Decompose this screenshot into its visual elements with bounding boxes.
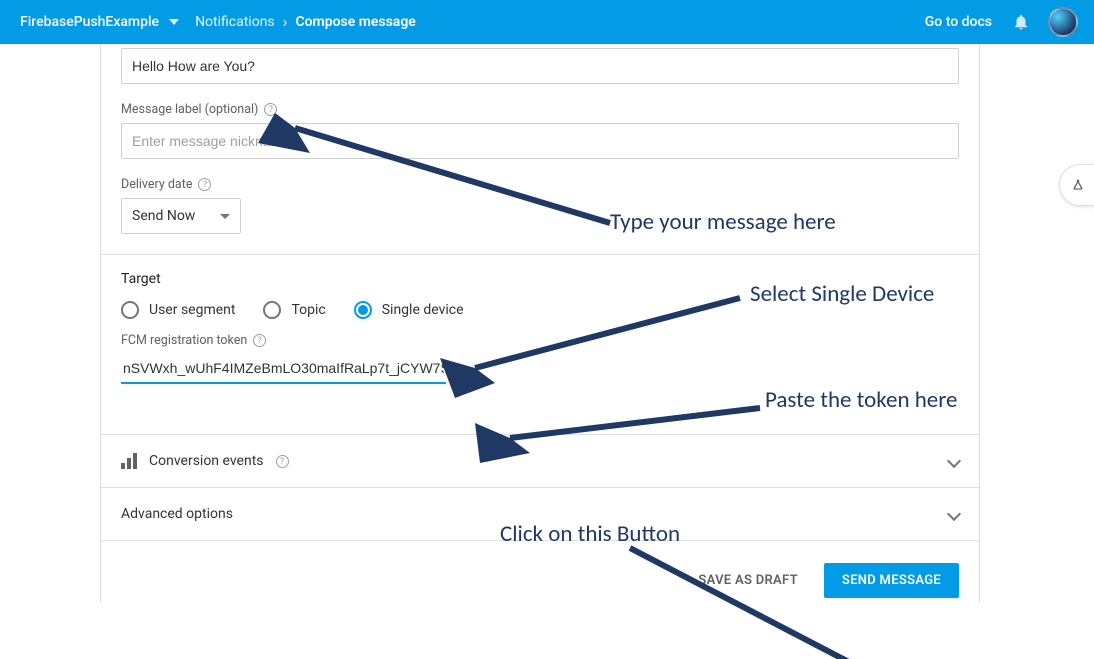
chevron-down-icon: [220, 214, 230, 219]
radio-user-segment[interactable]: User segment: [121, 301, 235, 319]
chevron-down-icon: [947, 454, 961, 468]
conversion-events-label: Conversion events: [149, 453, 264, 469]
message-label-caption: Message label (optional) ?: [121, 102, 959, 117]
card-footer: SAVE AS DRAFT SEND MESSAGE: [101, 541, 979, 602]
send-message-button[interactable]: SEND MESSAGE: [824, 563, 959, 598]
target-title: Target: [121, 271, 959, 287]
advanced-options-label: Advanced options: [121, 506, 233, 522]
experiment-fab[interactable]: [1059, 164, 1094, 206]
compose-card: Message label (optional) ? Delivery date…: [100, 44, 980, 602]
radio-icon: [121, 301, 139, 319]
delivery-date-select[interactable]: Send Now: [121, 198, 241, 234]
breadcrumb-compose: Compose message: [295, 14, 415, 30]
radio-single-device[interactable]: Single device: [354, 301, 464, 319]
token-caption: FCM registration token ?: [121, 333, 959, 348]
breadcrumb-notifications[interactable]: Notifications: [195, 14, 275, 30]
go-to-docs-link[interactable]: Go to docs: [925, 14, 992, 30]
delivery-date-value: Send Now: [132, 208, 195, 224]
message-label-input[interactable]: [121, 123, 959, 159]
chevron-down-icon[interactable]: [169, 19, 179, 25]
bar-chart-icon: [121, 453, 137, 469]
delivery-date-text: Delivery date: [121, 177, 192, 192]
radio-icon: [354, 301, 372, 319]
fcm-token-input[interactable]: [121, 354, 446, 384]
radio-label: Topic: [291, 302, 325, 318]
save-draft-button[interactable]: SAVE AS DRAFT: [698, 573, 798, 588]
advanced-options-row[interactable]: Advanced options: [101, 488, 979, 541]
chevron-down-icon: [947, 507, 961, 521]
chevron-right-icon: ›: [283, 12, 288, 31]
flask-icon: [1071, 177, 1085, 193]
radio-icon: [263, 301, 281, 319]
target-section: Target User segment Topic Single device …: [101, 255, 979, 435]
top-bar: FirebasePushExample Notifications › Comp…: [0, 0, 1094, 44]
avatar[interactable]: [1048, 7, 1078, 37]
help-icon[interactable]: ?: [264, 103, 277, 116]
message-text-input[interactable]: [121, 48, 959, 84]
project-selector[interactable]: FirebasePushExample: [20, 14, 159, 30]
message-section: Message label (optional) ? Delivery date…: [101, 44, 979, 255]
delivery-date-caption: Delivery date ?: [121, 177, 959, 192]
help-icon[interactable]: ?: [276, 455, 289, 468]
help-icon[interactable]: ?: [253, 334, 266, 347]
token-label: FCM registration token: [121, 333, 247, 348]
bell-icon[interactable]: [1012, 13, 1030, 31]
radio-label: User segment: [149, 302, 235, 318]
radio-topic[interactable]: Topic: [263, 301, 325, 319]
target-radio-group: User segment Topic Single device: [121, 301, 959, 319]
radio-label: Single device: [382, 302, 464, 318]
message-label-text: Message label (optional): [121, 102, 258, 117]
help-icon[interactable]: ?: [198, 178, 211, 191]
page-body: Message label (optional) ? Delivery date…: [0, 44, 1094, 659]
conversion-events-row[interactable]: Conversion events ?: [101, 435, 979, 488]
